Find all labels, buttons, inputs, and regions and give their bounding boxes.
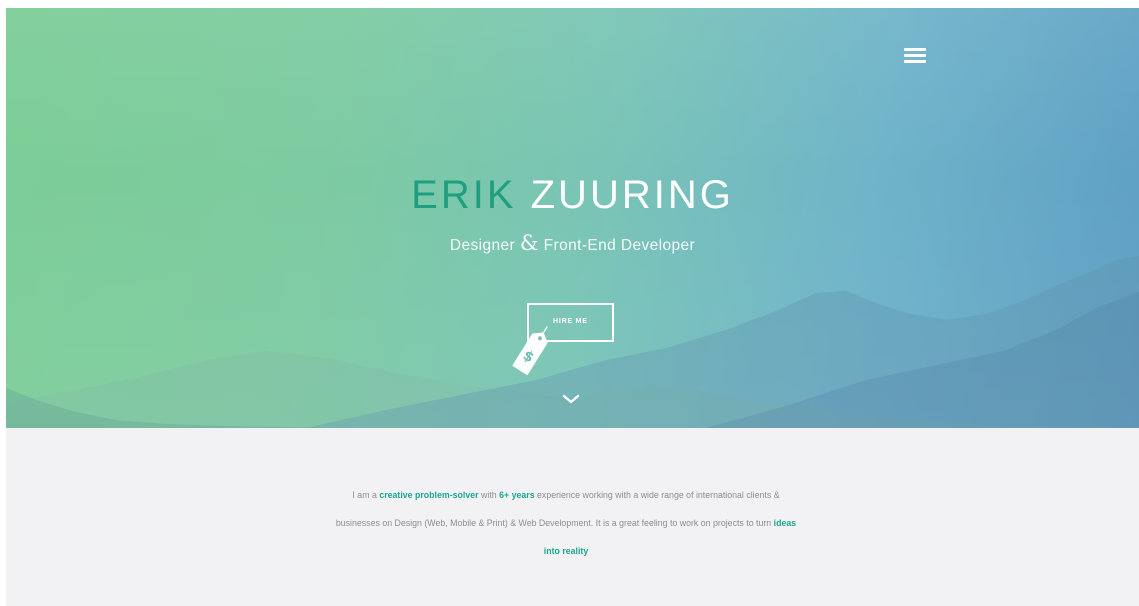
about-section: I am a creative problem-solver with 6+ y… (6, 428, 1139, 606)
subtitle-designer: Designer (449, 237, 516, 254)
hamburger-menu-icon[interactable] (904, 48, 926, 64)
about-text-2: with (478, 490, 500, 500)
hire-me-label: HIRE ME (553, 318, 588, 325)
hero-subtitle: Designer & Front-End Developer (6, 231, 1139, 258)
about-text-1: I am a (352, 490, 380, 500)
subtitle-developer: Front-End Developer (543, 237, 696, 254)
first-name: ERIK (411, 173, 517, 217)
hero-section: ERIK ZUURING Designer & Front-End Develo… (6, 8, 1139, 428)
chevron-down-icon[interactable] (562, 393, 580, 405)
page: ERIK ZUURING Designer & Front-End Develo… (6, 8, 1139, 606)
highlight-creative-problem-solver: creative problem-solver (379, 490, 479, 500)
subtitle-ampersand: & (519, 231, 539, 255)
about-paragraph: I am a creative problem-solver with 6+ y… (331, 481, 801, 565)
price-tag-icon: $ (512, 326, 548, 376)
last-name: ZUURING (530, 173, 734, 217)
hero-name: ERIK ZUURING (6, 171, 1139, 219)
highlight-years-experience: 6+ years (499, 490, 535, 500)
